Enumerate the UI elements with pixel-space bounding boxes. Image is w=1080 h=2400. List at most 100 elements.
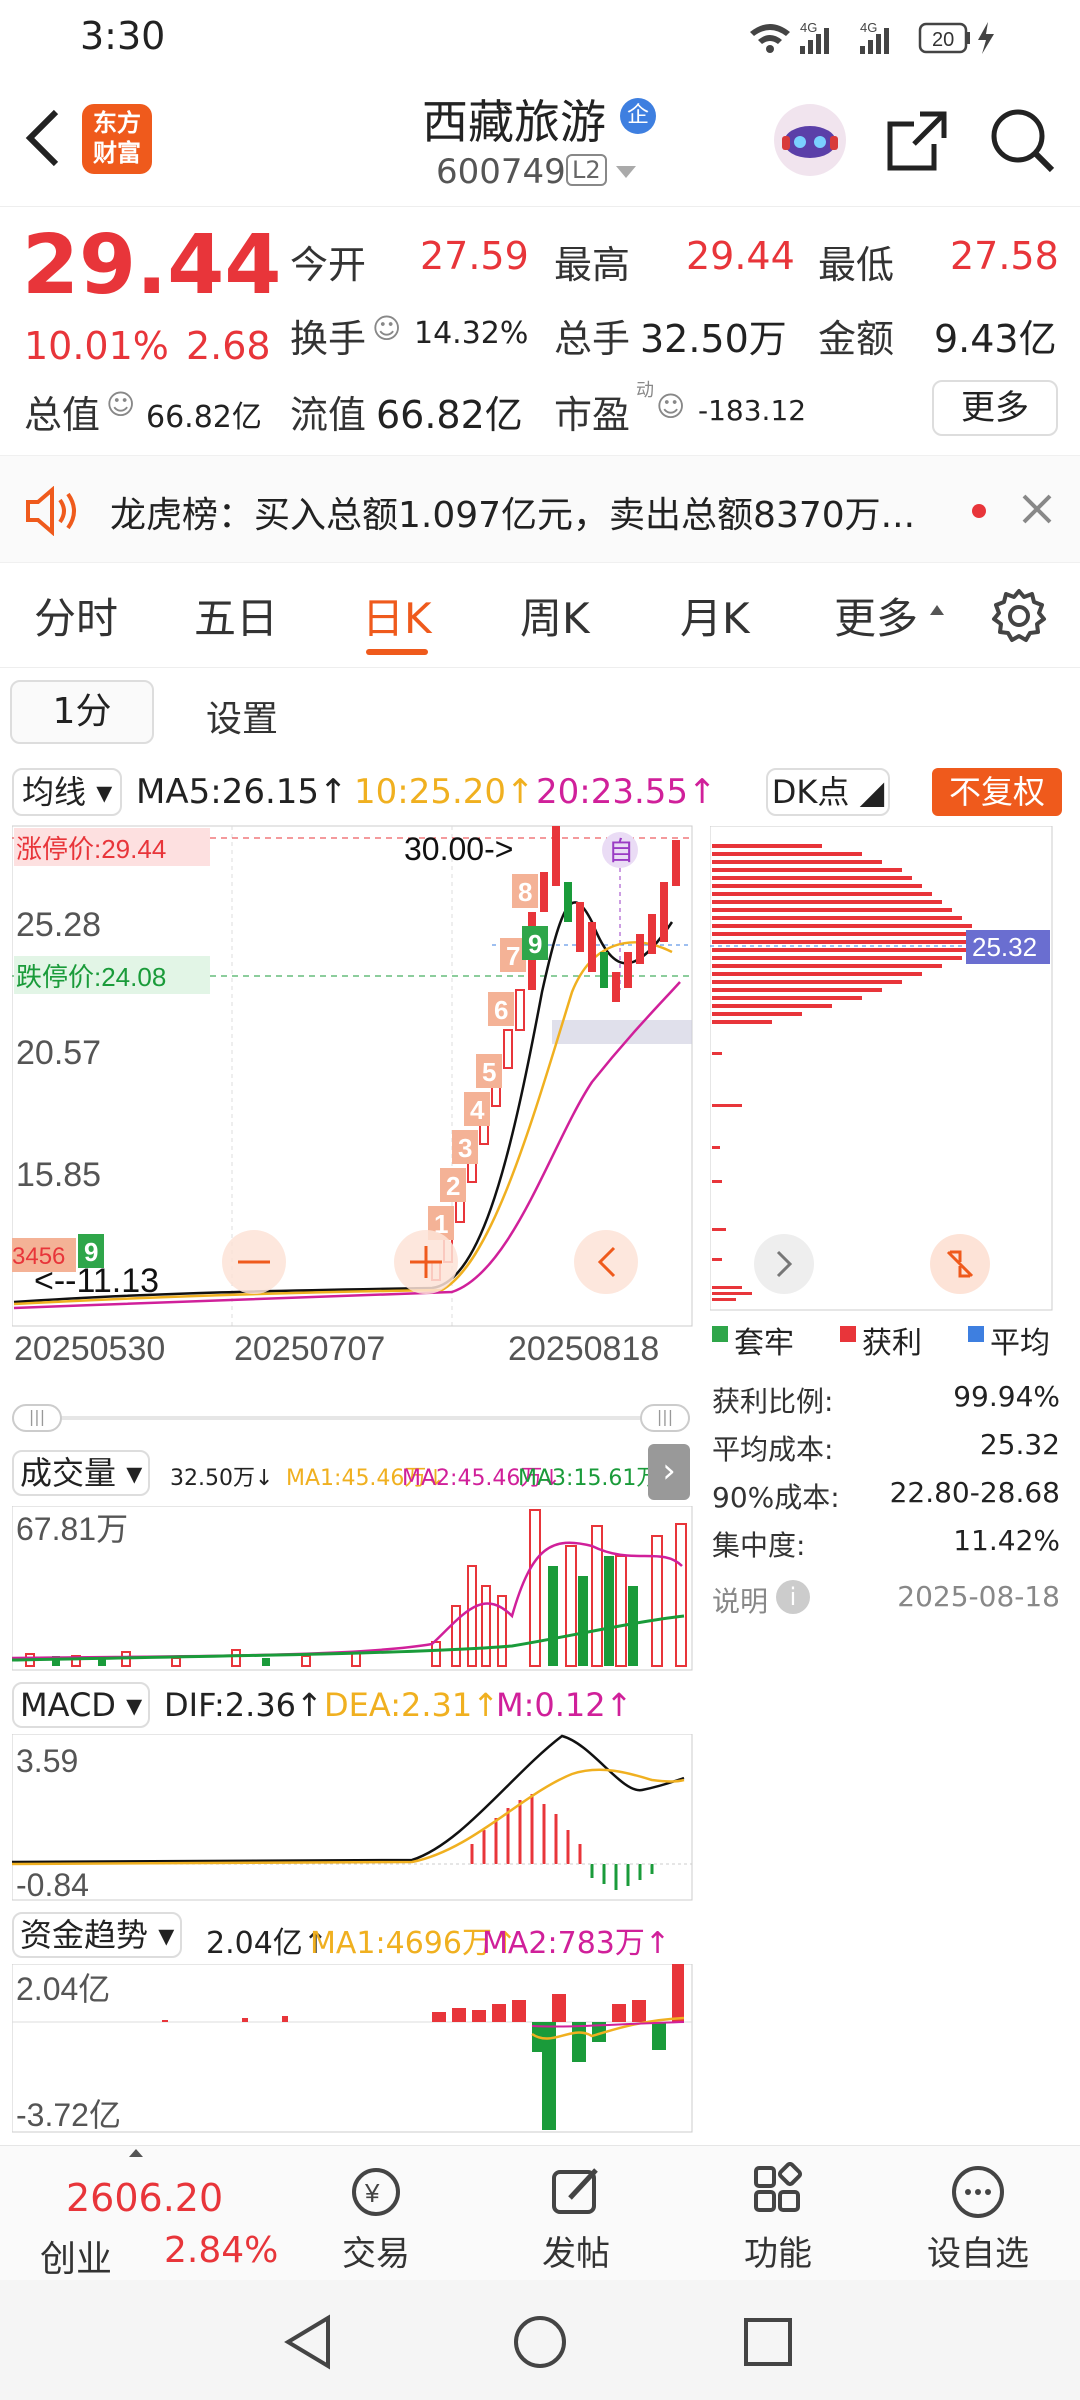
- nav-add-favorite[interactable]: 设自选: [918, 2156, 1038, 2275]
- limit-up-label: 涨停价:29.44: [16, 834, 166, 864]
- minute-period-button[interactable]: 1分: [10, 680, 154, 744]
- low-label: 最低: [818, 243, 895, 287]
- volume-value: 32.50万: [640, 317, 787, 361]
- more-circle-icon: [952, 2166, 1004, 2218]
- app-logo[interactable]: 东方 财富: [82, 104, 152, 174]
- net2-label: 4G: [860, 20, 877, 35]
- chart-settings-button[interactable]: 设置: [206, 690, 278, 742]
- status-bar: 3:30 4G 4G 20: [0, 0, 1080, 72]
- fund-legend: 资金趋势 ▾ 2.04亿↑ MA1:4696万↑ MA2:783万↑: [12, 1910, 712, 1961]
- y-tick-2: 20.57: [16, 1034, 101, 1072]
- recents-square-icon[interactable]: [742, 2316, 794, 2368]
- float-label: 流值: [290, 393, 367, 437]
- stock-header: 东方 财富 西藏旅游 企 600749 L2: [0, 72, 1080, 207]
- scroll-handle-right[interactable]: |||: [640, 1404, 690, 1432]
- macd-m: M:0.12↑: [496, 1686, 633, 1724]
- adjust-mode-button[interactable]: 不复权: [932, 768, 1062, 816]
- more-quote-button[interactable]: 更多: [932, 380, 1058, 436]
- chip-distribution[interactable]: 25.32: [710, 826, 1054, 1312]
- battery-label: 20: [932, 29, 954, 51]
- marker-3: 3: [458, 1133, 472, 1163]
- volume-label: 总手: [554, 317, 631, 361]
- amount-label: 金额: [818, 317, 895, 361]
- marker-7: 7: [506, 941, 520, 971]
- svg-text:¥: ¥: [364, 2178, 380, 2208]
- dk-point-button[interactable]: DK点 ◢: [766, 768, 890, 816]
- legend-profit: 获利: [862, 1326, 922, 1361]
- home-circle-icon[interactable]: [512, 2314, 568, 2370]
- macd-dea: DEA:2.31↑: [324, 1686, 500, 1724]
- trade-icon: ¥: [352, 2168, 400, 2216]
- tab-month-k[interactable]: 月K: [680, 585, 750, 646]
- volume-chart[interactable]: 67.81万: [12, 1506, 694, 1672]
- search-icon[interactable]: [988, 106, 1058, 176]
- back-triangle-icon[interactable]: [282, 2314, 334, 2370]
- stat-value: 11.42%: [953, 1524, 1060, 1557]
- close-icon[interactable]: [1020, 492, 1054, 526]
- open-label: 今开: [290, 243, 367, 287]
- nav-post[interactable]: 发帖: [516, 2156, 636, 2275]
- pe-dynamic-sup: 动: [636, 380, 654, 401]
- nav-functions[interactable]: 功能: [718, 2156, 838, 2275]
- fund-selector[interactable]: 资金趋势 ▾: [12, 1912, 183, 1958]
- robot-assistant-icon[interactable]: [770, 100, 850, 180]
- stat-value: 99.94%: [953, 1380, 1060, 1413]
- last-price: 29.44: [22, 218, 282, 313]
- info-icon[interactable]: i: [776, 1580, 810, 1614]
- tab-fenshi[interactable]: 分时: [34, 585, 118, 646]
- stat-label: 获利比例:: [712, 1385, 834, 1418]
- tab-day-k[interactable]: 日K: [362, 585, 432, 646]
- float-value: 66.82亿: [376, 393, 523, 437]
- quote-panel: 29.44 10.01% 2.68 总值 ☺ 66.82亿 今开 27.59 最…: [0, 208, 1080, 453]
- chevron-down-icon[interactable]: [614, 162, 638, 182]
- status-time: 3:30: [80, 14, 166, 58]
- self-trade-mark: 自: [608, 836, 634, 866]
- macd-selector[interactable]: MACD ▾: [12, 1682, 151, 1728]
- amount-value: 9.43亿: [934, 317, 1057, 361]
- index-value[interactable]: 2606.20: [66, 2176, 223, 2220]
- volume-value: 32.50万↓: [170, 1466, 274, 1491]
- legend-trapped: 套牢: [734, 1326, 794, 1361]
- chip-note-link[interactable]: 说明: [712, 1580, 768, 1620]
- fund-trend-chart[interactable]: 2.04亿 -3.72亿: [12, 1964, 694, 2134]
- volume-selector[interactable]: 成交量 ▾: [12, 1450, 151, 1496]
- legend-average: 平均: [990, 1326, 1050, 1361]
- chart-scrollbar[interactable]: ||| |||: [12, 1404, 690, 1432]
- gear-icon[interactable]: [990, 587, 1048, 645]
- info-icon[interactable]: ☺: [656, 390, 685, 423]
- y-tick-3: 15.85: [16, 1156, 101, 1194]
- fund-ma2: MA2:783万↑: [482, 1926, 670, 1961]
- x-tick-3: 20250818: [508, 1330, 659, 1362]
- mktcap-value: 66.82亿: [146, 400, 262, 435]
- bottom-nav: 2606.20 创业 2.84% ¥ 交易 发帖 功能 设自选: [0, 2145, 1080, 2280]
- index-name[interactable]: 创业: [40, 2230, 112, 2282]
- level2-badge[interactable]: L2: [566, 154, 607, 186]
- expand-indicators-button[interactable]: ›: [648, 1444, 690, 1500]
- left-marker-stack: 3456: [12, 1243, 65, 1270]
- high-value: 29.44: [686, 234, 795, 278]
- marker-9b: 9: [84, 1237, 98, 1267]
- share-icon[interactable]: [884, 108, 950, 174]
- charging-icon: [978, 22, 994, 54]
- pe-value: -183.12: [698, 394, 807, 427]
- marker-2: 2: [446, 1171, 460, 1201]
- ma10-value: 10:25.20↑: [354, 772, 535, 812]
- tab-five-day[interactable]: 五日: [194, 585, 278, 646]
- kline-chart[interactable]: 涨停价:29.44 跌停价:24.08 30.00-> 25.28 20.57 …: [12, 822, 694, 1362]
- info-icon[interactable]: ☺: [106, 388, 135, 421]
- back-icon[interactable]: [22, 106, 62, 170]
- volume-legend: 成交量 ▾ 32.50万↓ MA1:45.46万↓ MA2:45.46万↓ MA…: [12, 1448, 712, 1498]
- x-tick-1: 20250530: [14, 1330, 165, 1362]
- tab-week-k[interactable]: 周K: [520, 585, 590, 646]
- grid-icon: [754, 2162, 803, 2212]
- scroll-handle-left[interactable]: |||: [12, 1404, 62, 1432]
- ma-selector[interactable]: 均线 ▾: [12, 768, 123, 816]
- nav-trade[interactable]: ¥ 交易: [316, 2156, 436, 2275]
- ma-legend: 均线 ▾ MA5:26.15↑ 10:25.20↑ 20:23.55↑ DK点 …: [0, 762, 1080, 822]
- dragon-tiger-notice[interactable]: 龙虎榜：买入总额1.097亿元，卖出总额8370万...: [0, 455, 1080, 563]
- info-icon[interactable]: ☺: [372, 312, 401, 345]
- index-percent[interactable]: 2.84%: [164, 2230, 278, 2271]
- tab-more[interactable]: 更多: [834, 585, 918, 646]
- macd-chart[interactable]: 3.59 -0.84: [12, 1734, 694, 1902]
- chip-stats: 套牢 获利 平均 获利比例: 99.94% 平均成本: 25.32 90%成本:…: [710, 1318, 1070, 1618]
